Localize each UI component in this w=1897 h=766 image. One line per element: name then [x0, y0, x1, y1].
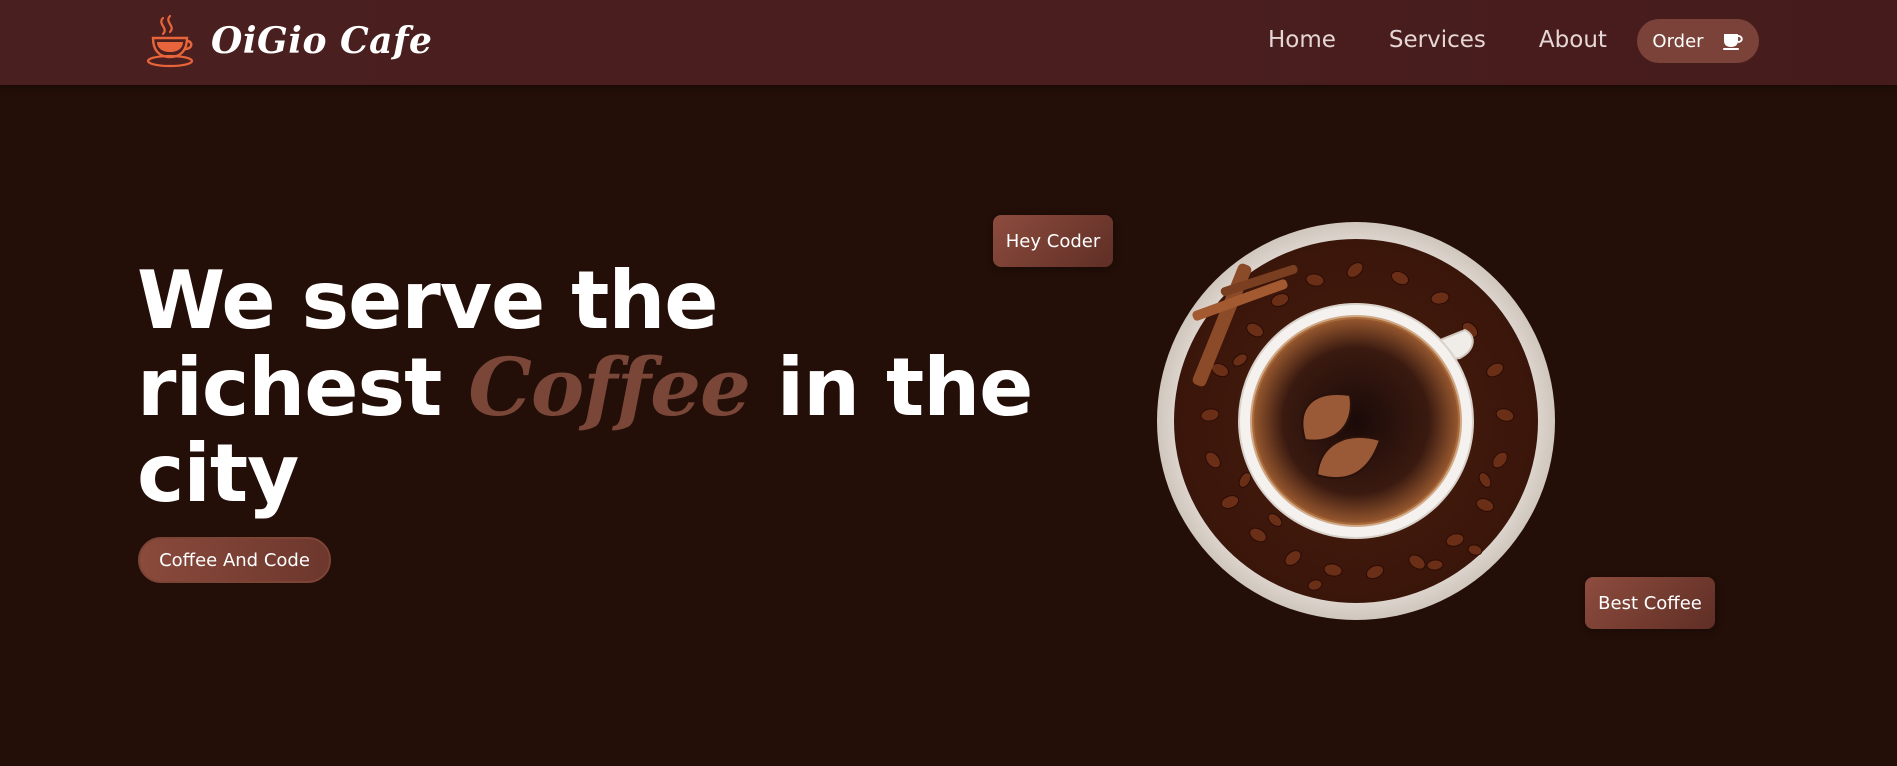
hero-headline: We serve the richest Coffee in the city	[137, 254, 1034, 520]
headline-line-3: city	[137, 427, 299, 520]
nav-link-services[interactable]: Services	[1389, 22, 1486, 58]
navbar: OiGio Cafe Home Services About Order	[0, 0, 1897, 85]
coffee-cup-image	[1157, 222, 1555, 620]
headline-text: in the	[749, 341, 1034, 434]
brand-logo[interactable]: OiGio Cafe	[143, 14, 432, 68]
order-button-label: Order	[1652, 30, 1704, 52]
headline-line-2: richest Coffee in the	[137, 341, 1034, 434]
hey-coder-badge: Hey Coder	[993, 215, 1113, 267]
nav-menu: Home Services About	[1245, 22, 1660, 58]
coffee-cup-icon	[1722, 34, 1743, 50]
order-button[interactable]: Order	[1637, 19, 1759, 63]
coffee-cup-steam-icon	[146, 14, 194, 68]
nav-link-about[interactable]: About	[1539, 22, 1607, 58]
best-coffee-badge: Best Coffee	[1585, 577, 1715, 629]
coffee-and-code-button[interactable]: Coffee And Code	[138, 537, 331, 583]
headline-accent-coffee: Coffee	[468, 340, 751, 434]
nav-link-home[interactable]: Home	[1268, 22, 1336, 58]
headline-text: richest	[137, 341, 469, 434]
headline-line-1: We serve the	[137, 254, 719, 347]
brand-name: OiGio Cafe	[211, 20, 433, 62]
